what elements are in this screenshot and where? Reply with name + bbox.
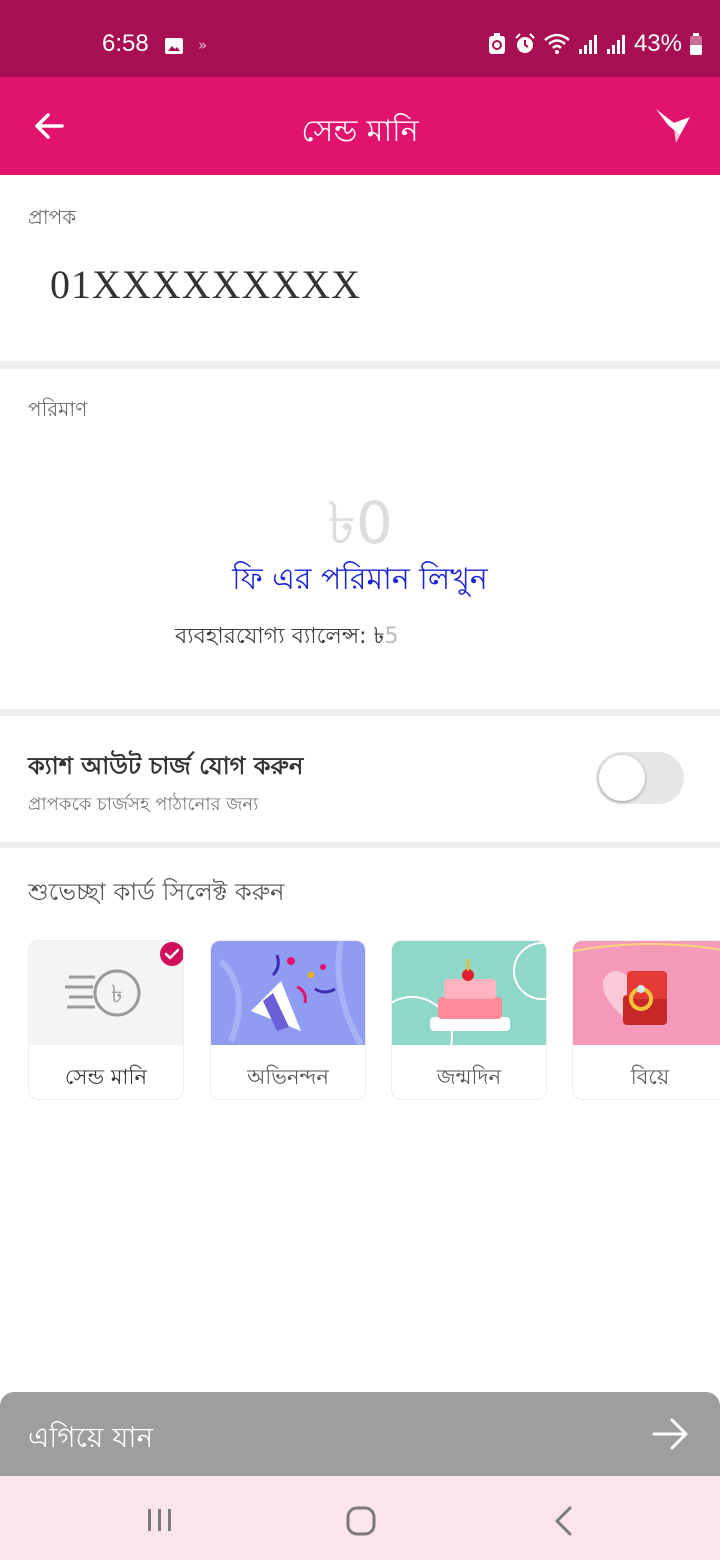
balance-label: ব্যবহারযোগ্য ব্যালেন্স: ৳: [175, 624, 385, 649]
divider: [0, 361, 720, 369]
wedding-ring-icon: [573, 941, 720, 1045]
arrow-right-icon: [652, 1418, 688, 1450]
card-label: সেন্ড মানি: [64, 1065, 148, 1089]
status-time: 6:58: [102, 30, 149, 57]
amount-section: পরিমাণ ৳0 ফি এর পরিমান লিখুন ব্যবহারযোগ্…: [0, 369, 720, 709]
cash-out-charge-section: ক্যাশ আউট চার্জ যোগ করুন প্রাপককে চার্জস…: [0, 716, 720, 842]
card-send-money[interactable]: ৳ সেন্ড মানি: [28, 940, 184, 1100]
alarm-icon: [515, 33, 535, 53]
home-icon[interactable]: [346, 1506, 376, 1536]
card-birthday[interactable]: জন্মদিন: [391, 940, 547, 1100]
continue-button[interactable]: এগিয়ে যান: [0, 1392, 720, 1476]
card-wedding[interactable]: বিয়ে: [572, 940, 720, 1100]
status-bar: 6:58 » 43%: [0, 0, 720, 77]
greeting-cards-title: শুভেচ্ছা কার্ড সিলেক্ট করুন: [28, 878, 285, 906]
recent-apps-icon[interactable]: [146, 1508, 174, 1532]
signal-icon: [578, 35, 597, 54]
birthday-cake-icon: [392, 941, 546, 1045]
fee-prompt: ফি এর পরিমান লিখুন: [232, 562, 488, 597]
signal-icon: [606, 35, 625, 54]
card-congratulations[interactable]: অভিনন্দন: [210, 940, 366, 1100]
svg-text:৳: ৳: [111, 980, 123, 1008]
wifi-icon: [544, 33, 570, 54]
continue-label: এগিয়ে যান: [28, 1421, 154, 1454]
balance-value: 5: [384, 624, 399, 649]
cash-out-charge-title: ক্যাশ আউট চার্জ যোগ করুন: [28, 752, 304, 780]
recipient-section: প্রাপক 01XXXXXXXXX: [0, 175, 720, 361]
recipient-number[interactable]: 01XXXXXXXXX: [50, 261, 361, 308]
gallery-icon: [165, 38, 183, 54]
status-icons: 43%: [488, 30, 702, 58]
party-popper-icon: [211, 941, 365, 1045]
toggle-knob: [599, 755, 645, 801]
card-label: জন্মদিন: [436, 1065, 502, 1089]
battery-icon: [690, 33, 702, 55]
bird-icon[interactable]: [654, 105, 692, 145]
recipient-label: প্রাপক: [28, 205, 77, 229]
check-circle-icon: [160, 942, 183, 966]
back-icon[interactable]: [552, 1506, 574, 1536]
system-nav-bar: [0, 1476, 720, 1560]
cash-out-charge-subtitle: প্রাপককে চার্জসহ পাঠানোর জন্য: [28, 794, 259, 815]
available-balance: ব্যবহারযোগ্য ব্যালেন্স: ৳5: [175, 619, 399, 656]
page-title: সেন্ড মানি: [301, 114, 419, 149]
card-label: বিয়ে: [630, 1065, 670, 1089]
app-bar: সেন্ড মানি: [0, 77, 720, 175]
battery-percent: 43%: [633, 30, 682, 57]
greeting-cards-section: শুভেচ্ছা কার্ড সিলেক্ট করুন ৳ সেন্ড মানি: [0, 848, 720, 1148]
cash-out-charge-toggle[interactable]: [596, 752, 684, 804]
card-label: অভিনন্দন: [247, 1065, 329, 1089]
battery-saver-icon: [488, 33, 505, 54]
amount-label: পরিমাণ: [28, 397, 88, 421]
more-notifications-icon: »: [198, 36, 208, 54]
